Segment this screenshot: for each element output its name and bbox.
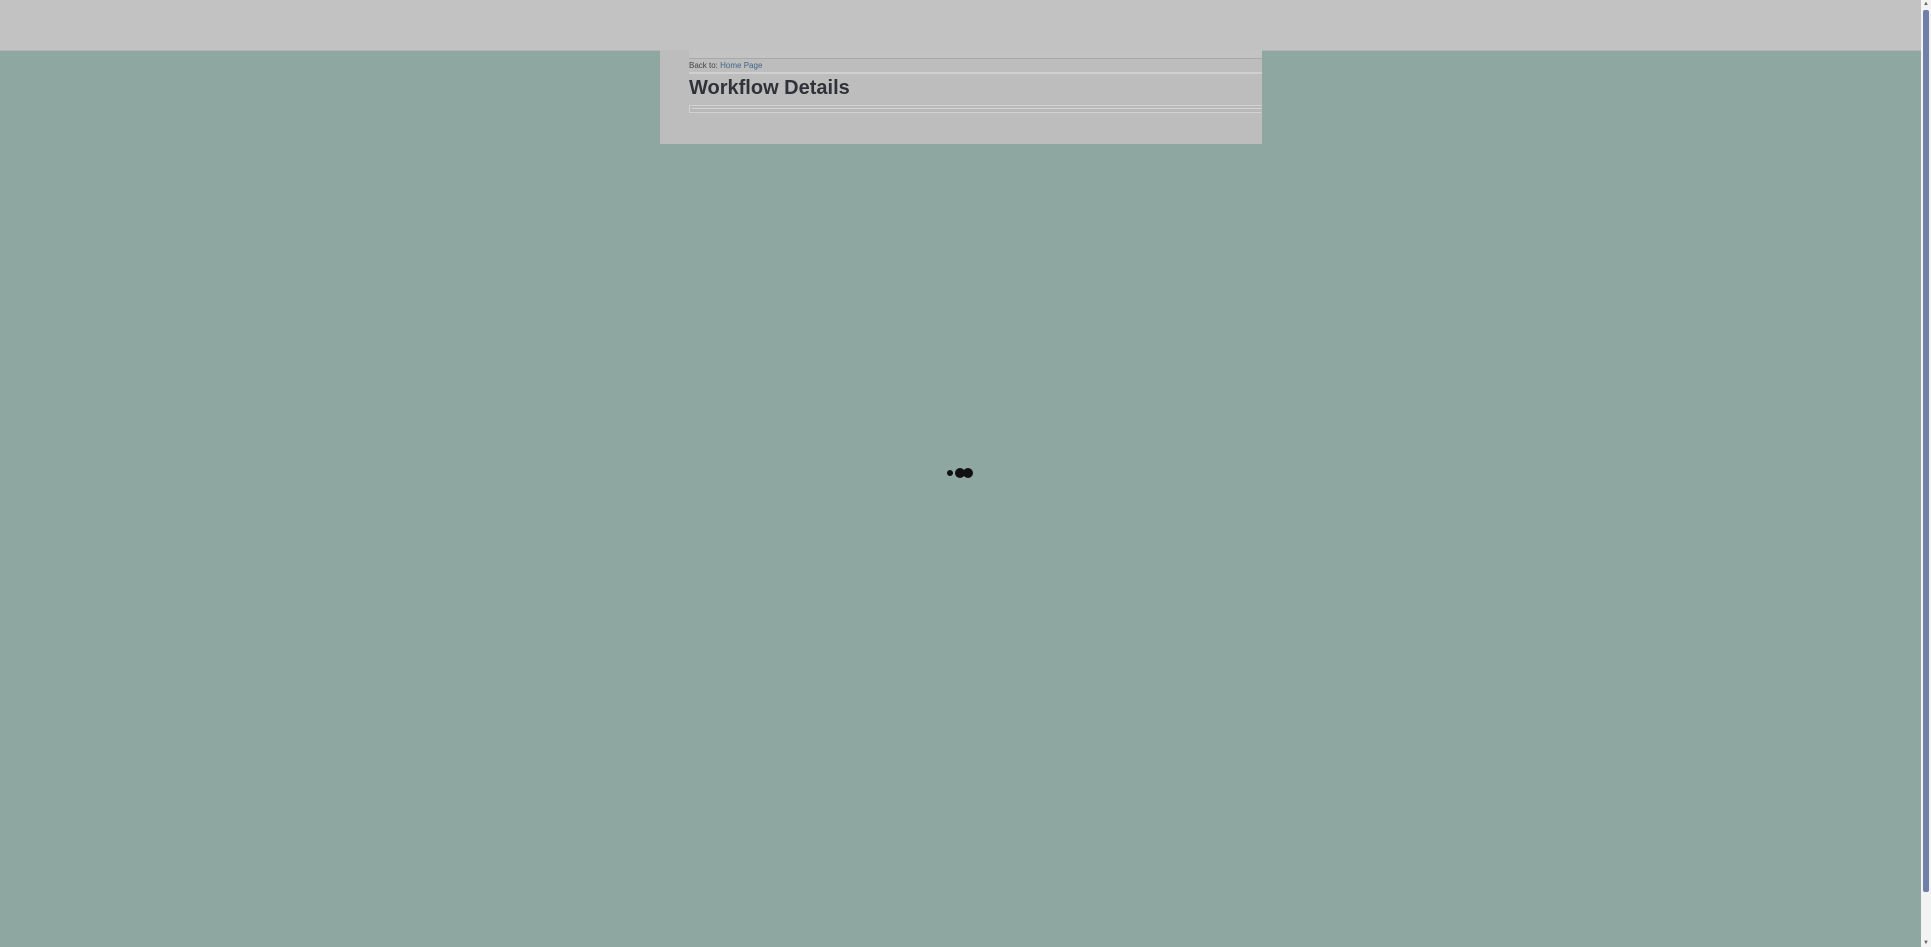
breadcrumb-divider <box>689 72 1262 74</box>
breadcrumb-prefix: Back to: <box>689 61 718 70</box>
vertical-scrollbar[interactable]: ▲ ▼ <box>1921 0 1931 947</box>
scroll-up-icon[interactable]: ▲ <box>1921 0 1931 8</box>
breadcrumb: Back to: Home Page <box>689 61 762 70</box>
loading-dot-small <box>947 470 953 476</box>
loading-dots-icon <box>946 466 976 480</box>
home-page-link[interactable]: Home Page <box>720 61 762 70</box>
content-tabs-inner <box>692 108 1261 109</box>
workflow-details-panel: Back to: Home Page Workflow Details <box>660 50 1262 144</box>
page-title: Workflow Details <box>689 77 850 99</box>
panel-top-border <box>689 50 1262 59</box>
scroll-down-icon[interactable]: ▼ <box>1921 939 1931 947</box>
content-tabs-strip <box>689 105 1261 113</box>
scrollbar-thumb[interactable] <box>1923 10 1929 892</box>
loading-dot-large <box>963 468 973 478</box>
top-header-bar <box>0 0 1921 51</box>
